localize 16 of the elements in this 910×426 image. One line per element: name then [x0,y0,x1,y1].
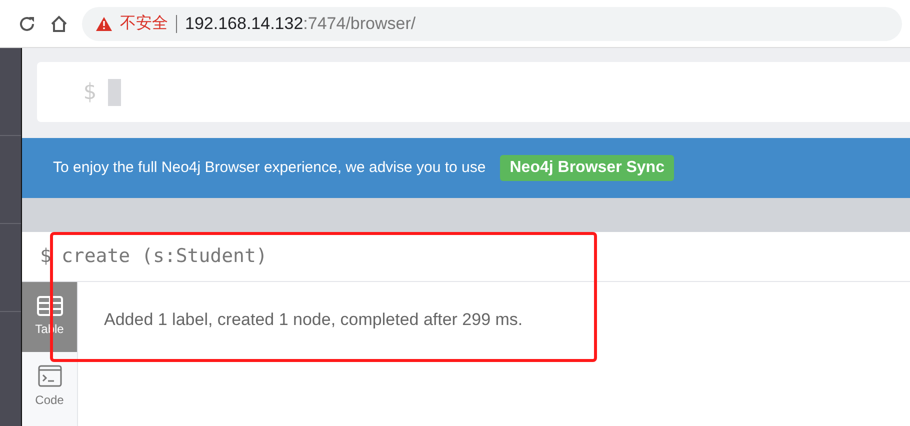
result-message: Added 1 label, created 1 node, completed after 299 ms. [104,310,523,330]
command-text: create (s:Student) [61,244,268,270]
sync-button[interactable]: Neo4j Browser Sync [500,155,674,181]
view-tab[interactable]: Code [22,352,77,422]
reload-icon[interactable] [18,14,36,32]
text-cursor [108,78,122,106]
banner-text: To enjoy the full Neo4j Browser experience, we advise you to use [53,158,486,178]
security-label: 不安全 [120,14,168,34]
address-bar[interactable]: 不安全 192.168.14.132:7474/browser/ [82,6,902,40]
prompt-symbol: $ [83,78,96,106]
prompt-symbol: $ [40,244,52,270]
warning-icon [96,16,112,30]
url-text: 192.168.14.132:7474/browser/ [185,12,416,35]
home-icon[interactable] [50,14,68,32]
terminal-icon [38,365,62,387]
table-icon [36,296,62,316]
